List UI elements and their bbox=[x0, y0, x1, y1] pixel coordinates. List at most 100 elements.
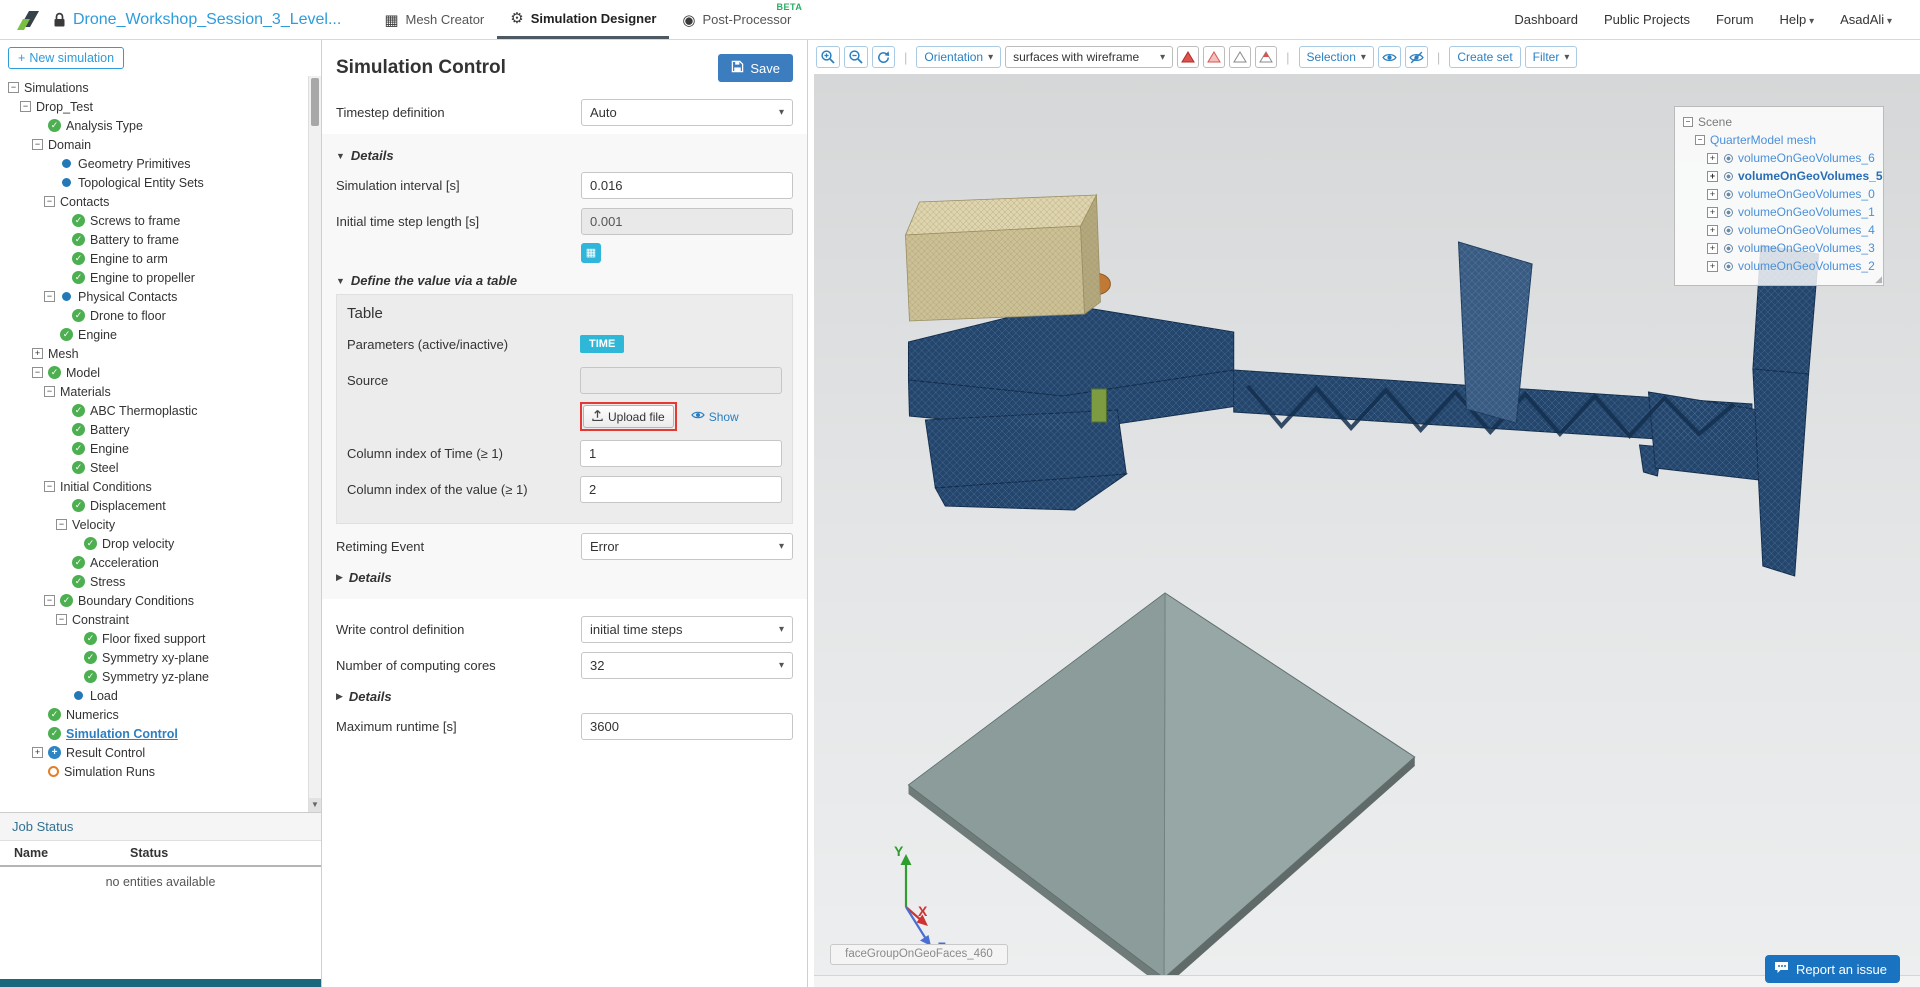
tree-item-geometry-primitives[interactable]: Geometry Primitives bbox=[0, 154, 308, 173]
expand-icon[interactable]: + bbox=[1707, 261, 1718, 272]
tree-item-drop-test[interactable]: −Drop_Test bbox=[0, 97, 308, 116]
scene-item-volumeongeovolumes-4[interactable]: +volumeOnGeoVolumes_4 bbox=[1707, 221, 1875, 239]
details-toggle[interactable]: ▼ Details bbox=[336, 148, 793, 163]
upload-file-button[interactable]: Upload file bbox=[583, 405, 674, 428]
show-all-button[interactable] bbox=[1378, 46, 1401, 68]
table-section-toggle[interactable]: ▼ Define the value via a table bbox=[336, 273, 793, 288]
report-issue-button[interactable]: Report an issue bbox=[1765, 955, 1900, 983]
collapse-icon[interactable]: − bbox=[44, 386, 55, 397]
expand-icon[interactable]: + bbox=[1707, 225, 1718, 236]
tree-item-analysis-type[interactable]: ✓Analysis Type bbox=[0, 116, 308, 135]
expand-icon[interactable]: + bbox=[1707, 243, 1718, 254]
column-index-value-input[interactable] bbox=[580, 476, 782, 503]
tree-item-load[interactable]: Load bbox=[0, 686, 308, 705]
retiming-details-toggle[interactable]: ▶ Details bbox=[336, 570, 793, 585]
render-mode-select[interactable]: surfaces with wireframe ▾ bbox=[1005, 46, 1173, 68]
computing-cores-select[interactable]: 32 ▾ bbox=[581, 652, 793, 679]
app-logo-icon[interactable] bbox=[14, 6, 42, 34]
tree-item-result-control[interactable]: ++Result Control bbox=[0, 743, 308, 762]
visibility-icon[interactable] bbox=[1724, 172, 1733, 181]
viewport-canvas[interactable]: − Scene − QuarterModel mesh +volumeOnGeo… bbox=[814, 74, 1920, 975]
nav-help[interactable]: Help ▾ bbox=[1780, 12, 1815, 27]
tree-item-engine[interactable]: ✓Engine bbox=[0, 325, 308, 344]
visibility-icon[interactable] bbox=[1724, 190, 1733, 199]
collapse-icon[interactable]: − bbox=[44, 196, 55, 207]
write-control-select[interactable]: initial time steps ▾ bbox=[581, 616, 793, 643]
collapse-icon[interactable]: − bbox=[44, 291, 55, 302]
tree-item-mesh[interactable]: +Mesh bbox=[0, 344, 308, 363]
hide-selected-button[interactable] bbox=[1405, 46, 1428, 68]
scene-item-volumeongeovolumes-6[interactable]: +volumeOnGeoVolumes_6 bbox=[1707, 149, 1875, 167]
expand-icon[interactable]: + bbox=[32, 348, 43, 359]
nav-asadali[interactable]: AsadAli ▾ bbox=[1840, 12, 1892, 27]
collapse-icon[interactable]: − bbox=[32, 367, 43, 378]
scene-item-volumeongeovolumes-0[interactable]: +volumeOnGeoVolumes_0 bbox=[1707, 185, 1875, 203]
orientation-button[interactable]: Orientation ▾ bbox=[916, 46, 1001, 68]
define-table-button[interactable]: ▦ bbox=[581, 243, 601, 263]
tree-item-acceleration[interactable]: ✓Acceleration bbox=[0, 553, 308, 572]
simulation-interval-input[interactable] bbox=[581, 172, 793, 199]
tree-item-drone-to-floor[interactable]: ✓Drone to floor bbox=[0, 306, 308, 325]
tree-item-topological-entity-sets[interactable]: Topological Entity Sets bbox=[0, 173, 308, 192]
tree-item-boundary-conditions[interactable]: −✓Boundary Conditions bbox=[0, 591, 308, 610]
tree-item-simulations[interactable]: −Simulations bbox=[0, 78, 308, 97]
tree-item-stress[interactable]: ✓Stress bbox=[0, 572, 308, 591]
show-button[interactable]: Show bbox=[685, 408, 745, 425]
tab-simulation-designer[interactable]: ⚙Simulation Designer bbox=[497, 0, 669, 39]
nav-forum[interactable]: Forum bbox=[1716, 12, 1754, 27]
tree-item-engine[interactable]: ✓Engine bbox=[0, 439, 308, 458]
collapse-icon[interactable]: − bbox=[1683, 117, 1693, 127]
tree-item-physical-contacts[interactable]: −Physical Contacts bbox=[0, 287, 308, 306]
mesh-quality-toggle-4[interactable] bbox=[1255, 46, 1277, 68]
scene-item-volumeongeovolumes-3[interactable]: +volumeOnGeoVolumes_3 bbox=[1707, 239, 1875, 257]
tree-item-engine-to-arm[interactable]: ✓Engine to arm bbox=[0, 249, 308, 268]
tree-item-symmetry-xy-plane[interactable]: ✓Symmetry xy-plane bbox=[0, 648, 308, 667]
fit-view-button[interactable] bbox=[872, 46, 895, 68]
collapse-icon[interactable]: − bbox=[44, 481, 55, 492]
tab-post-processor[interactable]: ◉Post-ProcessorBETA bbox=[669, 0, 804, 39]
selection-button[interactable]: Selection ▾ bbox=[1299, 46, 1374, 68]
collapse-icon[interactable]: − bbox=[32, 139, 43, 150]
tree-item-constraint[interactable]: −Constraint bbox=[0, 610, 308, 629]
mesh-quality-toggle-2[interactable] bbox=[1203, 46, 1225, 68]
mesh-quality-toggle-3[interactable] bbox=[1229, 46, 1251, 68]
nav-public-projects[interactable]: Public Projects bbox=[1604, 12, 1690, 27]
tree-item-abc-thermoplastic[interactable]: ✓ABC Thermoplastic bbox=[0, 401, 308, 420]
collapse-icon[interactable]: − bbox=[56, 614, 67, 625]
nav-dashboard[interactable]: Dashboard bbox=[1514, 12, 1578, 27]
timestep-definition-select[interactable]: Auto ▾ bbox=[581, 99, 793, 126]
tree-item-battery[interactable]: ✓Battery bbox=[0, 420, 308, 439]
tree-item-floor-fixed-support[interactable]: ✓Floor fixed support bbox=[0, 629, 308, 648]
expand-icon[interactable]: + bbox=[1707, 189, 1718, 200]
tree-scrollbar[interactable]: ▼ bbox=[308, 76, 321, 812]
mesh-quality-toggle-1[interactable] bbox=[1177, 46, 1199, 68]
tree-item-model[interactable]: −✓Model bbox=[0, 363, 308, 382]
visibility-icon[interactable] bbox=[1724, 226, 1733, 235]
save-button[interactable]: Save bbox=[718, 54, 793, 82]
scene-item-volumeongeovolumes-1[interactable]: +volumeOnGeoVolumes_1 bbox=[1707, 203, 1875, 221]
scrollbar-thumb[interactable] bbox=[311, 78, 319, 126]
scene-item-volumeongeovolumes-2[interactable]: +volumeOnGeoVolumes_2 bbox=[1707, 257, 1875, 275]
retiming-event-select[interactable]: Error ▾ bbox=[581, 533, 793, 560]
tree-item-simulation-runs[interactable]: Simulation Runs bbox=[0, 762, 308, 781]
tab-mesh-creator[interactable]: ▦Mesh Creator bbox=[371, 0, 497, 39]
visibility-icon[interactable] bbox=[1724, 208, 1733, 217]
cores-details-toggle[interactable]: ▶ Details bbox=[336, 689, 793, 704]
tree-item-domain[interactable]: −Domain bbox=[0, 135, 308, 154]
visibility-icon[interactable] bbox=[1724, 244, 1733, 253]
filter-button[interactable]: Filter ▾ bbox=[1525, 46, 1578, 68]
expand-icon[interactable]: + bbox=[1707, 207, 1718, 218]
expand-icon[interactable]: + bbox=[1707, 153, 1718, 164]
tree-item-drop-velocity[interactable]: ✓Drop velocity bbox=[0, 534, 308, 553]
expand-icon[interactable]: + bbox=[32, 747, 43, 758]
tree-item-simulation-control[interactable]: ✓Simulation Control bbox=[0, 724, 308, 743]
collapse-icon[interactable]: − bbox=[44, 595, 55, 606]
zoom-in-button[interactable] bbox=[816, 46, 840, 68]
collapse-icon[interactable]: − bbox=[1695, 135, 1705, 145]
scroll-down-icon[interactable]: ▼ bbox=[309, 798, 321, 812]
zoom-out-button[interactable] bbox=[844, 46, 868, 68]
tree-item-steel[interactable]: ✓Steel bbox=[0, 458, 308, 477]
tree-item-symmetry-yz-plane[interactable]: ✓Symmetry yz-plane bbox=[0, 667, 308, 686]
tree-item-initial-conditions[interactable]: −Initial Conditions bbox=[0, 477, 308, 496]
tree-item-battery-to-frame[interactable]: ✓Battery to frame bbox=[0, 230, 308, 249]
